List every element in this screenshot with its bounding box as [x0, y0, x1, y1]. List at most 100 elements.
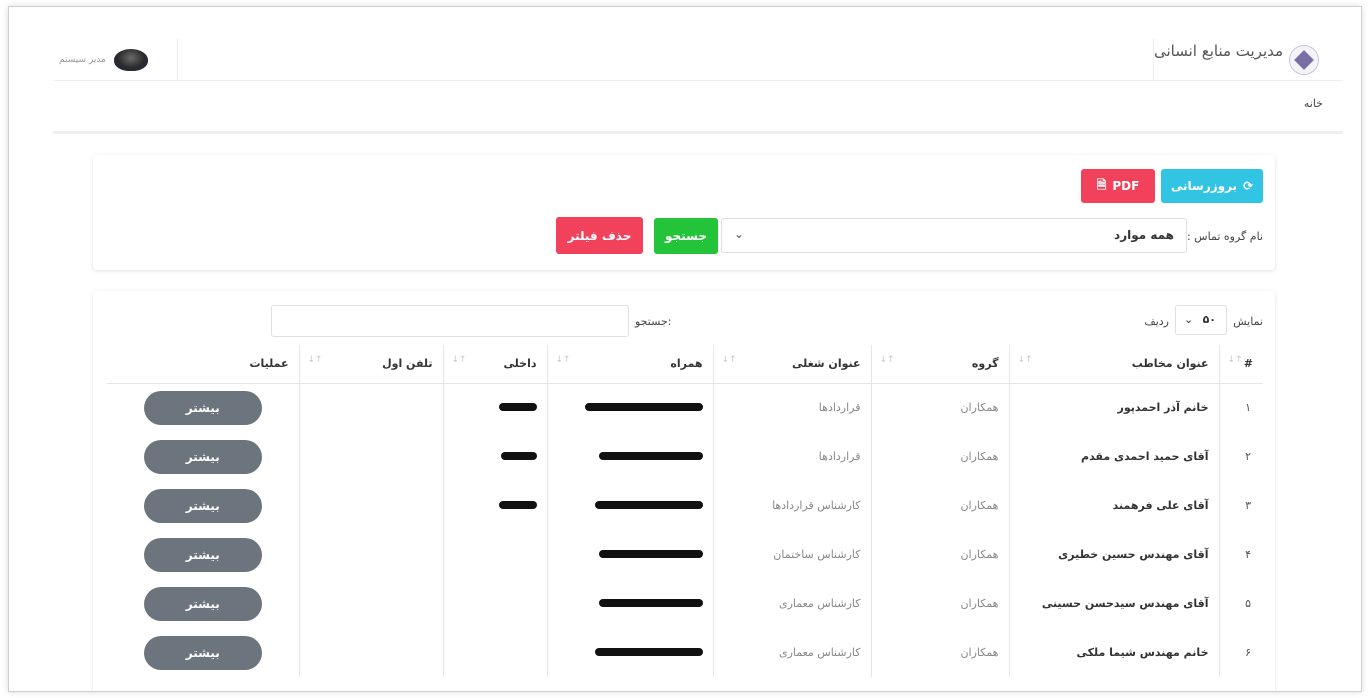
avatar[interactable] [113, 49, 148, 71]
sort-icon: ↑↓ [1227, 355, 1243, 365]
group-cell: همکاران [870, 530, 1009, 579]
table-row: ۵ آقای مهندس سیدحسن حسینی همکاران کارشناس م… [107, 579, 1263, 628]
redacted-mobile [598, 550, 703, 558]
row-number: ۱ [1218, 383, 1263, 432]
row-number: ۲ [1218, 432, 1263, 481]
contact-title: خانم مهندس شیما ملکی [1008, 628, 1219, 677]
table-row: ۶ خانم مهندس شیما ملکی همکاران کارشناس معما… [107, 628, 1263, 677]
job-title-cell: قراردادها [712, 432, 871, 481]
row-number: ۴ [1218, 530, 1263, 579]
rows-label: ردیف [1144, 315, 1169, 328]
group-cell: همکاران [870, 481, 1009, 530]
redacted-mobile [598, 452, 703, 460]
more-button[interactable]: بیشتر [143, 635, 262, 670]
refresh-icon: ⟳ [1243, 179, 1254, 193]
more-button[interactable]: بیشتر [143, 390, 262, 425]
job-title-cell: کارشناس ساختمان [712, 530, 871, 579]
job-title-cell: کارشناس معماری [712, 628, 871, 677]
redacted-mobile [598, 599, 703, 607]
mobile-cell [546, 481, 713, 530]
redacted-mobile [594, 501, 703, 509]
more-button[interactable]: بیشتر [143, 586, 262, 621]
column-header-group[interactable]: گروه ↑↓ [870, 345, 1009, 384]
brand[interactable]: مدیریت منابع انسانی [1153, 39, 1343, 81]
row-number: ۶ [1218, 628, 1263, 677]
column-header-operations: عملیات [107, 345, 299, 384]
redacted-mobile [594, 648, 703, 656]
redacted-extension [500, 452, 537, 460]
contact-title: آقای حمید احمدی مقدم [1008, 432, 1219, 481]
search-button[interactable]: جستجو [654, 218, 718, 254]
operations-cell: بیشتر [107, 432, 299, 481]
logo-icon [1289, 45, 1320, 75]
column-header-extension[interactable]: داخلی ↑↓ [442, 345, 547, 384]
job-title-cell: کارشناس معماری [712, 579, 871, 628]
mobile-cell [546, 628, 713, 677]
phone-cell [298, 432, 443, 481]
chevron-down-icon: ⌄ [734, 227, 745, 241]
group-cell: همکاران [870, 579, 1009, 628]
mobile-cell [546, 383, 713, 432]
extension-cell [442, 628, 547, 677]
contact-title: آقای مهندس حسین خطیری [1008, 530, 1219, 579]
column-header-job-title[interactable]: عنوان شغلی ↑↓ [712, 345, 871, 384]
user-menu[interactable]: مدیر سیستم [53, 39, 178, 81]
breadcrumb-home[interactable]: خانه [1304, 97, 1323, 110]
mobile-cell [546, 530, 713, 579]
redacted-mobile [584, 403, 703, 412]
operations-cell: بیشتر [107, 628, 299, 677]
more-button[interactable]: بیشتر [143, 537, 262, 572]
row-number: ۳ [1218, 481, 1263, 530]
refresh-label: بروزرسانی [1170, 179, 1238, 193]
contacts-table: # ↑↓ عنوان مخاطب ↑↓ گروه ↑↓ عنوان شغلی ↑↓ هم… [107, 345, 1263, 677]
group-cell: همکاران [870, 383, 1009, 432]
table-row: ۴ آقای مهندس حسین خطیری همکاران کارشناس ساخ… [107, 530, 1263, 579]
file-icon: 🗎 [1096, 177, 1107, 192]
phone-cell [298, 579, 443, 628]
page-size-select[interactable]: ۵۰ ⌄ [1175, 305, 1227, 335]
page-size-value: ۵۰ [1202, 313, 1216, 326]
page: مدیر سیستم مدیریت منابع انسانی خانه بروز… [13, 7, 1353, 691]
job-title-cell: کارشناس قراردادها [712, 481, 871, 530]
extension-cell [442, 383, 547, 432]
sort-icon: ↑↓ [555, 355, 571, 365]
operations-cell: بیشتر [107, 383, 299, 432]
sort-icon: ↑↓ [451, 355, 467, 365]
chevron-down-icon: ⌄ [1184, 313, 1194, 326]
pdf-label: PDF [1112, 179, 1140, 193]
operations-cell: بیشتر [107, 530, 299, 579]
table-search-label: جستجو: [635, 315, 672, 328]
column-header-phone[interactable]: تلفن اول ↑↓ [298, 345, 443, 384]
divider [53, 131, 1343, 134]
contact-group-select[interactable]: همه موارد ⌄ [721, 218, 1187, 253]
pdf-button[interactable]: 🗎 PDF [1081, 169, 1155, 203]
refresh-button[interactable]: بروزرسانی ⟳ [1161, 169, 1263, 203]
mobile-cell [546, 579, 713, 628]
table-row: ۱ خانم آذر احمدپور همکاران قراردادها بیشتر [107, 383, 1263, 432]
redacted-extension [498, 501, 537, 509]
column-header-contact-title[interactable]: عنوان مخاطب ↑↓ [1008, 345, 1219, 384]
table-row: ۳ آقای علی فرهمند همکاران کارشناس قراردادها… [107, 481, 1263, 530]
more-button[interactable]: بیشتر [143, 439, 262, 474]
group-cell: همکاران [870, 432, 1009, 481]
filter-card: بروزرسانی ⟳ 🗎 PDF نام گروه تماس : همه مو… [93, 155, 1275, 270]
clear-filter-button[interactable]: حذف فیلتر [556, 217, 643, 254]
table-search-input[interactable] [271, 305, 629, 337]
phone-cell [298, 481, 443, 530]
extension-cell [442, 432, 547, 481]
row-number: ۵ [1218, 579, 1263, 628]
extension-cell [442, 481, 547, 530]
table-row: ۲ آقای حمید احمدی مقدم همکاران قراردادها بیش… [107, 432, 1263, 481]
sort-icon: ↑↓ [307, 355, 323, 365]
operations-cell: بیشتر [107, 579, 299, 628]
operations-cell: بیشتر [107, 481, 299, 530]
app-name: مدیریت منابع انسانی [1154, 42, 1284, 60]
phone-cell [298, 530, 443, 579]
contact-title: آقای علی فرهمند [1008, 481, 1219, 530]
more-button[interactable]: بیشتر [143, 488, 262, 523]
column-header-number[interactable]: # ↑↓ [1218, 345, 1263, 384]
redacted-extension [498, 403, 537, 412]
sort-icon: ↑↓ [721, 355, 737, 365]
column-header-mobile[interactable]: همراه ↑↓ [546, 345, 713, 384]
sort-icon: ↑↓ [1017, 355, 1033, 365]
